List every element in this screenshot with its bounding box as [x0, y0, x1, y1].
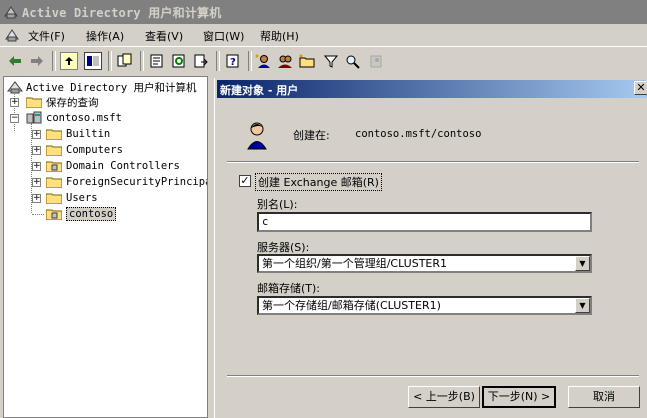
alias-label: 别名(L):: [257, 198, 298, 211]
menu-file[interactable]: 文件(F): [28, 28, 65, 44]
expand-builtin[interactable]: +: [32, 130, 41, 139]
server-select-value: 第一个组织/第一个管理组/CLUSTER1: [262, 257, 448, 270]
dialog-title-bar: 新建对象 - 用户 ✕: [217, 80, 647, 98]
help-icon[interactable]: ?: [224, 52, 242, 70]
expand-computers[interactable]: +: [32, 146, 41, 155]
expand-domain-controllers[interactable]: +: [32, 162, 41, 171]
toolbar: ?: [0, 46, 647, 75]
properties-icon[interactable]: [148, 52, 166, 70]
tree-item-domain-controllers[interactable]: Domain Controllers: [45, 158, 180, 174]
store-select-value: 第一个存储组/邮箱存储(CLUSTER1): [262, 299, 441, 312]
forward-arrow-icon[interactable]: [28, 52, 46, 70]
show-hide-tree-icon[interactable]: [84, 52, 102, 70]
tree-item-saved-queries[interactable]: 保存的查询: [25, 94, 99, 110]
chevron-down-icon[interactable]: ▼: [575, 256, 590, 271]
created-in-value: contoso.msft/contoso: [355, 128, 482, 140]
tree-item-label: ForeignSecurityPrincipa: [66, 176, 208, 188]
folder-icon: [45, 176, 63, 189]
tree-item-users[interactable]: Users: [45, 190, 98, 206]
toolbar-separator: [248, 51, 252, 71]
app-title: Active Directory 用户和计算机: [22, 6, 222, 20]
refresh-icon[interactable]: [170, 52, 188, 70]
toolbar-separator: [108, 51, 112, 71]
server-select[interactable]: 第一个组织/第一个管理组/CLUSTER1 ▼: [257, 254, 592, 273]
store-select[interactable]: 第一个存储组/邮箱存储(CLUSTER1) ▼: [257, 296, 592, 315]
close-button[interactable]: ✕: [634, 81, 647, 95]
tree-item-label: Computers: [66, 144, 123, 156]
divider: [227, 161, 639, 163]
expand-saved-queries[interactable]: +: [10, 98, 19, 107]
ou-folder-icon: [45, 208, 63, 221]
folder-icon: [45, 192, 63, 205]
folder-icon: [45, 128, 63, 141]
folder-icon: [45, 144, 63, 157]
add-to-group-icon[interactable]: [368, 52, 386, 70]
folder-icon: [25, 96, 43, 109]
new-group-icon[interactable]: [276, 52, 294, 70]
toolbar-separator: [52, 51, 56, 71]
copy-icon[interactable]: [116, 52, 134, 70]
divider: [227, 375, 639, 377]
dialog-title: 新建对象 - 用户: [220, 84, 299, 97]
toolbar-separator: [140, 51, 144, 71]
new-ou-icon[interactable]: [298, 52, 316, 70]
active-directory-icon: [7, 81, 23, 94]
menu-bar: 文件(F) 操作(A) 查看(V) 窗口(W) 帮助(H): [0, 24, 647, 46]
filter-icon[interactable]: [322, 52, 340, 70]
cancel-button[interactable]: 取消: [568, 386, 640, 408]
server-label: 服务器(S):: [257, 241, 310, 254]
back-arrow-icon[interactable]: [6, 52, 24, 70]
alias-input[interactable]: c: [257, 212, 592, 232]
tree-item-builtin[interactable]: Builtin: [45, 126, 111, 142]
tree-item-label: contoso.msft: [46, 112, 122, 124]
created-in-label: 创建在:: [293, 129, 330, 142]
ou-folder-icon: [45, 160, 63, 173]
find-icon[interactable]: [344, 52, 362, 70]
menu-window[interactable]: 窗口(W): [203, 28, 244, 44]
tree-root-label: Active Directory 用户和计算机: [26, 81, 197, 94]
active-directory-icon: [4, 6, 18, 19]
console-tree: Active Directory 用户和计算机 + 保存的查询 − contos…: [3, 76, 208, 418]
store-label: 邮箱存储(T):: [257, 282, 321, 295]
menu-help[interactable]: 帮助(H): [260, 28, 299, 44]
menu-action[interactable]: 操作(A): [86, 28, 124, 44]
next-button[interactable]: 下一步(N) >: [482, 386, 556, 408]
back-button[interactable]: < 上一步(B): [408, 386, 480, 408]
tree-item-label: contoso: [66, 207, 117, 221]
tree-item-domain[interactable]: contoso.msft: [26, 110, 122, 126]
toolbar-separator: [216, 51, 220, 71]
new-user-icon[interactable]: [254, 52, 272, 70]
app-title-bar: Active Directory 用户和计算机: [0, 0, 647, 24]
domain-icon: [26, 111, 42, 124]
create-mailbox-label: 创建 Exchange 邮箱(R): [255, 173, 382, 191]
tree-item-label: Builtin: [66, 128, 111, 140]
new-user-dialog: 新建对象 - 用户 ✕ 创建在: contoso.msft/contoso ✓ …: [214, 78, 647, 418]
tree-item-label: Domain Controllers: [66, 160, 180, 172]
tree-item-label: 保存的查询: [46, 96, 99, 109]
menu-view[interactable]: 查看(V): [145, 28, 183, 44]
user-icon: [247, 122, 267, 150]
app-menu-icon[interactable]: [4, 27, 20, 43]
expand-users[interactable]: +: [32, 194, 41, 203]
tree-item-label: Users: [66, 192, 98, 204]
chevron-down-icon[interactable]: ▼: [575, 298, 590, 313]
svg-text:?: ?: [230, 57, 236, 68]
expand-foreign-security[interactable]: +: [32, 178, 41, 187]
collapse-domain[interactable]: −: [10, 114, 19, 123]
create-mailbox-checkbox[interactable]: ✓: [239, 175, 251, 187]
tree-item-contoso[interactable]: contoso: [45, 206, 117, 222]
up-folder-icon[interactable]: [60, 52, 78, 70]
tree-item-computers[interactable]: Computers: [45, 142, 123, 158]
export-list-icon[interactable]: [192, 52, 210, 70]
tree-item-foreign-security[interactable]: ForeignSecurityPrincipa: [45, 174, 208, 190]
tree-root[interactable]: Active Directory 用户和计算机: [7, 79, 196, 95]
